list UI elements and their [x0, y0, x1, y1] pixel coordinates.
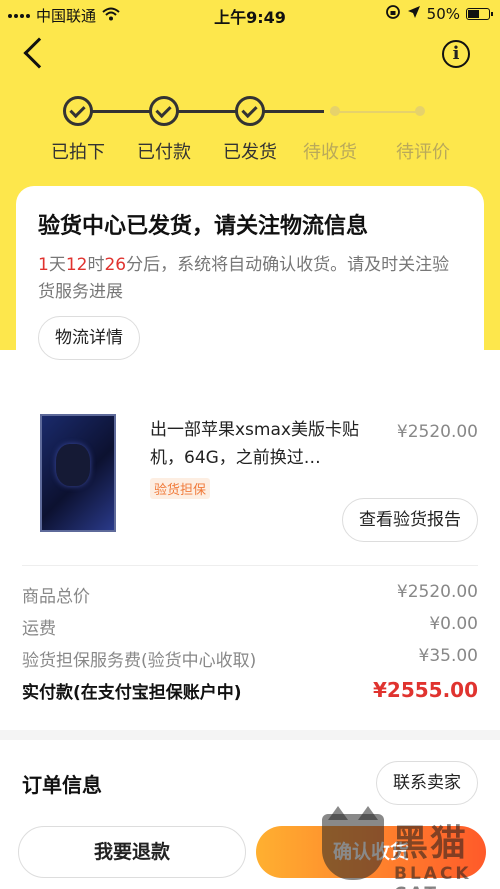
paid-value: ¥2555.00 [372, 678, 478, 702]
fee-label: 运费 [22, 619, 56, 639]
product-thumbnail[interactable] [40, 414, 116, 532]
order-info-section: 订单信息 联系卖家 [0, 755, 500, 805]
order-progress: 已拍下 已付款 已发货 待收货 待评价 [0, 96, 500, 166]
step-check-icon [149, 96, 179, 126]
countdown-days-unit: 天 [48, 255, 66, 275]
fee-row-goods-total: 商品总价 ¥2520.00 [0, 578, 500, 610]
watermark-cn: 黑猫 [392, 823, 469, 864]
step-label: 已发货 [223, 142, 277, 163]
inspection-guarantee-badge: 验货担保 [150, 478, 211, 499]
product-item[interactable]: 出一部苹果xsmax美版卡贴机，64G，之前换过… 验货担保 ¥2520.00 … [0, 400, 500, 565]
location-icon [407, 5, 421, 23]
contact-seller-button[interactable]: 联系卖家 [376, 761, 478, 805]
fee-value: ¥35.00 [418, 646, 478, 666]
notice-title: 验货中心已发货，请关注物流信息 [38, 214, 369, 239]
step-pending-dot [330, 106, 340, 116]
product-title: 出一部苹果xsmax美版卡贴机，64G，之前换过… [150, 420, 359, 468]
progress-line-pending [330, 111, 420, 113]
product-price: ¥2520.00 [396, 422, 478, 442]
section-separator [0, 730, 500, 740]
paid-label: 实付款(在支付宝担保账户中) [22, 683, 242, 703]
fee-row-shipping: 运费 ¥0.00 [0, 610, 500, 642]
step-label: 已付款 [137, 142, 191, 163]
step-label: 已拍下 [51, 142, 105, 163]
progress-line-done [80, 110, 324, 113]
fee-row-service: 验货担保服务费(验货中心收取) ¥35.00 [0, 642, 500, 674]
notice-description: 1天12时26分后，系统将自动确认收货。请及时关注验货服务进展 [38, 252, 462, 306]
fee-summary: 商品总价 ¥2520.00 运费 ¥0.00 验货担保服务费(验货中心收取) ¥… [0, 578, 500, 714]
nav-bar: i [0, 36, 500, 76]
countdown-days: 1 [38, 255, 49, 275]
step-pending-dot [415, 106, 425, 116]
divider [22, 565, 478, 566]
countdown-minutes: 26 [104, 255, 127, 275]
watermark-en: BLACK CAT [394, 864, 472, 889]
view-inspection-report-button[interactable]: 查看验货报告 [342, 498, 478, 542]
chevron-left-icon[interactable] [23, 37, 55, 69]
black-cat-watermark: 黑猫 BLACK CAT [322, 806, 500, 889]
battery-percent: 50% [426, 5, 460, 23]
rotation-lock-icon [385, 4, 401, 24]
step-label: 待评价 [396, 142, 450, 163]
step-label: 待收货 [303, 142, 357, 163]
cat-logo-icon [322, 806, 384, 880]
countdown-hours: 12 [65, 255, 88, 275]
fee-label: 商品总价 [22, 587, 90, 607]
countdown-hours-unit: 时 [87, 255, 105, 275]
status-right: 50% [385, 4, 493, 24]
info-icon[interactable]: i [442, 40, 470, 68]
order-info-title: 订单信息 [22, 773, 102, 797]
step-check-icon [63, 96, 93, 126]
step-check-icon [235, 96, 265, 126]
battery-icon [466, 8, 493, 20]
fee-value: ¥2520.00 [396, 582, 478, 602]
refund-button[interactable]: 我要退款 [18, 826, 246, 878]
fee-value: ¥0.00 [429, 614, 478, 634]
fee-label: 验货担保服务费(验货中心收取) [22, 651, 257, 671]
fee-row-paid: 实付款(在支付宝担保账户中) ¥2555.00 [0, 674, 500, 714]
shipping-notice-card: 验货中心已发货，请关注物流信息 1天12时26分后，系统将自动确认收货。请及时关… [16, 186, 484, 382]
status-bar: 中国联通 上午9:49 50% [0, 0, 500, 28]
logistics-details-button[interactable]: 物流详情 [38, 316, 140, 360]
